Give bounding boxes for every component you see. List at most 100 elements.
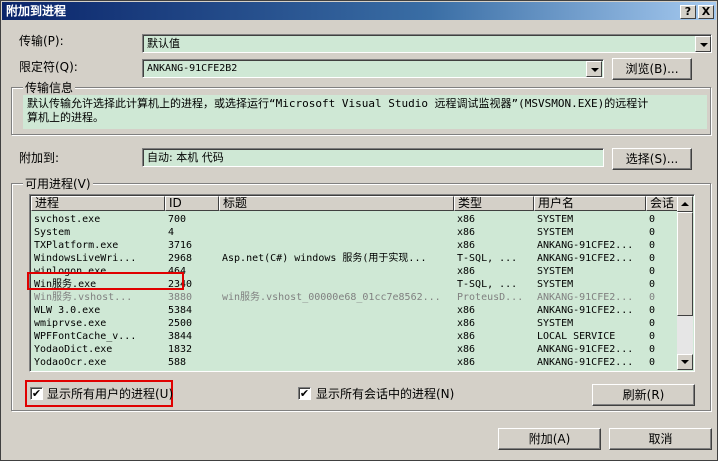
scroll-down-icon[interactable] — [677, 354, 693, 370]
cell-username: SYSTEM — [537, 266, 574, 277]
cell-session: 0 — [649, 305, 656, 316]
cell-type: x86 — [457, 266, 476, 277]
cell-process: Win服务.vshost... — [34, 292, 133, 303]
table-row[interactable]: WindowsLiveWri... 2968 Asp.net(C#) windows… — [31, 252, 679, 265]
browse-button[interactable]: 浏览(B)... — [612, 58, 692, 80]
transport-info-line2: 算机上的进程。 — [27, 111, 104, 124]
cell-username: ANKANG-91CFE2... — [537, 357, 634, 368]
cell-id: 3716 — [168, 240, 193, 251]
cell-id: 3880 — [168, 292, 193, 303]
cell-type: x86 — [457, 318, 476, 329]
cell-type: x86 — [457, 344, 476, 355]
available-processes-title: 可用进程(V) — [23, 177, 93, 191]
table-row[interactable]: wmiprvse.exe 2500 x86 SYSTEM 0 — [31, 317, 679, 330]
qualifier-combobox[interactable]: ANKANG-91CFE2B2 — [142, 59, 604, 78]
cell-session: 0 — [649, 240, 656, 251]
table-row[interactable]: System 4 x86 SYSTEM 0 — [31, 226, 679, 239]
cancel-button[interactable]: 取消 — [609, 428, 712, 450]
transport-value: 默认值 — [147, 37, 180, 50]
highlight-box-win-service — [27, 272, 184, 290]
transport-select[interactable]: 默认值 — [142, 34, 712, 53]
show-all-users-label[interactable]: 显示所有用户的进程(U) — [47, 387, 173, 401]
table-row[interactable]: YodaoDict.exe 1832 x86 ANKANG-91CFE2... 0 — [31, 343, 679, 356]
qualifier-label: 限定符(Q): — [19, 60, 78, 74]
qualifier-value: ANKANG-91CFE2B2 — [147, 63, 238, 74]
cell-type: x86 — [457, 331, 476, 342]
column-header-session[interactable]: 会话 — [646, 196, 680, 211]
attach-to-label: 附加到: — [19, 151, 60, 165]
window-title: 附加到进程 — [6, 4, 67, 18]
cell-process: WPFFontCache_v... — [34, 331, 137, 342]
cell-session: 0 — [649, 253, 656, 264]
cell-id: 588 — [168, 357, 187, 368]
transport-info-line1: 默认传输允许选择此计算机上的进程，或选择运行“Microsoft Visual … — [27, 97, 649, 110]
cell-type: T-SQL, ... — [457, 279, 518, 290]
cell-id: 4 — [168, 227, 175, 238]
cell-session: 0 — [649, 318, 656, 329]
attach-button[interactable]: 附加(A) — [498, 428, 601, 450]
cell-username: LOCAL SERVICE — [537, 331, 616, 342]
show-all-sessions-label[interactable]: 显示所有会话中的进程(N) — [316, 387, 454, 401]
table-row[interactable]: WPFFontCache_v... 3844 x86 LOCAL SERVICE 0 — [31, 330, 679, 343]
transport-dropdown-icon[interactable] — [695, 36, 711, 52]
cell-username: ANKANG-91CFE2... — [537, 253, 634, 264]
cell-username: SYSTEM — [537, 279, 574, 290]
select-button[interactable]: 选择(S)... — [612, 148, 692, 170]
cell-session: 0 — [649, 279, 656, 290]
cell-session: 0 — [649, 357, 656, 368]
refresh-button[interactable]: 刷新(R) — [592, 384, 695, 406]
transport-info-title: 传输信息 — [23, 81, 76, 95]
cell-username: ANKANG-91CFE2... — [537, 292, 634, 303]
cell-process: wmiprvse.exe — [34, 318, 107, 329]
cell-session: 0 — [649, 227, 656, 238]
help-button[interactable]: ? — [680, 5, 696, 19]
process-list-scrollbar[interactable] — [677, 196, 693, 370]
cell-process: System — [34, 227, 71, 238]
table-row[interactable]: WLW 3.0.exe 5384 x86 ANKANG-91CFE2... 0 — [31, 304, 679, 317]
scroll-up-icon[interactable] — [677, 196, 693, 212]
cell-process: YodaoOcr.exe — [34, 357, 107, 368]
scroll-thumb[interactable] — [677, 212, 693, 316]
cell-id: 2968 — [168, 253, 193, 264]
table-row[interactable]: Win服务.vshost... 3880 win服务.vshost_00000e68… — [31, 291, 679, 304]
show-all-sessions-checkbox[interactable]: ✔ — [298, 387, 311, 400]
cell-type: x86 — [457, 214, 476, 225]
cell-id: 5384 — [168, 305, 193, 316]
table-row[interactable]: YodaoOcr.exe 588 x86 ANKANG-91CFE2... 0 — [31, 356, 679, 369]
cell-session: 0 — [649, 214, 656, 225]
column-header-username[interactable]: 用户名 — [534, 196, 646, 211]
column-header-type[interactable]: 类型 — [454, 196, 534, 211]
show-all-users-checkbox[interactable]: ✔ — [30, 387, 43, 400]
attach-to-value: 自动: 本机 代码 — [147, 151, 224, 164]
close-button[interactable]: X — [698, 5, 714, 19]
cell-type: T-SQL, ... — [457, 253, 518, 264]
attach-to-field: 自动: 本机 代码 — [142, 148, 604, 167]
title-bar: 附加到进程 ? X — [2, 2, 716, 20]
cell-id: 2500 — [168, 318, 193, 329]
column-header-id[interactable]: ID — [165, 196, 219, 211]
cell-username: SYSTEM — [537, 214, 574, 225]
cell-session: 0 — [649, 266, 656, 277]
cell-process: WLW 3.0.exe — [34, 305, 101, 316]
cell-username: SYSTEM — [537, 318, 574, 329]
table-row[interactable]: svchost.exe 700 x86 SYSTEM 0 — [31, 213, 679, 226]
cell-process: WindowsLiveWri... — [34, 253, 137, 264]
cell-title: win服务.vshost_00000e68_01cc7e8562... — [222, 292, 441, 303]
cell-username: ANKANG-91CFE2... — [537, 305, 634, 316]
cell-session: 0 — [649, 292, 656, 303]
cell-username: ANKANG-91CFE2... — [537, 240, 634, 251]
table-row[interactable]: TXPlatform.exe 3716 x86 ANKANG-91CFE2... 0 — [31, 239, 679, 252]
qualifier-dropdown-icon[interactable] — [586, 61, 602, 77]
cell-id: 1832 — [168, 344, 193, 355]
cell-session: 0 — [649, 331, 656, 342]
cell-id: 700 — [168, 214, 187, 225]
cell-type: x86 — [457, 227, 476, 238]
cell-process: svchost.exe — [34, 214, 101, 225]
column-header-process[interactable]: 进程 — [31, 196, 165, 211]
cell-process: YodaoDict.exe — [34, 344, 113, 355]
cell-type: ProteusD... — [457, 292, 524, 303]
cell-type: x86 — [457, 240, 476, 251]
column-header-title[interactable]: 标题 — [219, 196, 454, 211]
cell-username: ANKANG-91CFE2... — [537, 344, 634, 355]
cell-username: SYSTEM — [537, 227, 574, 238]
